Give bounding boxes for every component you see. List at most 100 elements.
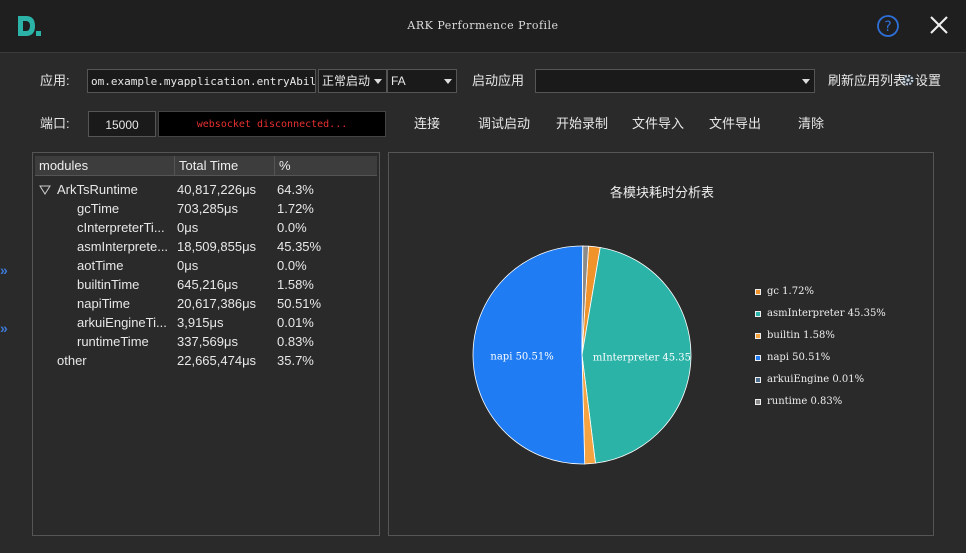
chevron-down-icon [444, 79, 452, 84]
module-name-cell: runtimeTime [77, 334, 149, 349]
legend-swatch [755, 310, 761, 317]
pie-chart: mInterpreter 45.35 napi 50.51% [472, 245, 692, 465]
legend-label: builtin 1.58% [767, 330, 835, 341]
table-row[interactable]: asmInterprete... 18,509,855μs 45.35% [35, 237, 377, 256]
start-record-button[interactable]: 开始录制 [556, 111, 608, 137]
table-row[interactable]: napiTime 20,617,386μs 50.51% [35, 294, 377, 313]
table-row[interactable]: runtimeTime 337,569μs 0.83% [35, 332, 377, 351]
legend-swatch [755, 376, 761, 383]
import-file-button[interactable]: 文件导入 [632, 111, 684, 137]
module-name-cell: other [57, 353, 87, 368]
legend-item-asm[interactable]: asmInterpreter 45.35% [755, 307, 886, 321]
port-label: 端口: [40, 116, 70, 131]
chevron-down-icon [374, 79, 382, 84]
legend-swatch [755, 398, 761, 405]
legend-label: gc 1.72% [767, 286, 814, 297]
export-file-button[interactable]: 文件导出 [709, 111, 761, 137]
ability-type-select[interactable]: FA [387, 69, 457, 93]
total-time-cell: 22,665,474μs [177, 353, 257, 368]
legend-item-napi[interactable]: napi 50.51% [755, 351, 830, 365]
title-bar: ARK Performence Profile ? [0, 0, 966, 53]
module-name-cell: gcTime [77, 201, 120, 216]
expand-triangle-icon[interactable] [39, 185, 51, 195]
table-row[interactable]: ArkTsRuntime 40,817,226μs 64.3% [35, 180, 377, 199]
percent-cell: 45.35% [277, 239, 322, 254]
settings-button[interactable]: 设置 [901, 68, 941, 94]
percent-cell: 1.58% [277, 277, 314, 292]
refresh-app-list-button[interactable]: 刷新应用列表 [828, 68, 906, 94]
svg-text:?: ? [884, 19, 891, 35]
pie-label-napi: napi 50.51% [490, 352, 553, 363]
module-name-cell: aotTime [77, 258, 124, 273]
percent-cell: 0.0% [277, 258, 307, 273]
total-time-cell: 0μs [177, 258, 199, 273]
module-name-cell: napiTime [77, 296, 130, 311]
launch-app-button[interactable]: 启动应用 [472, 68, 524, 94]
module-name-cell: ArkTsRuntime [57, 182, 138, 197]
side-expand-icon[interactable]: » [0, 320, 8, 336]
total-time-cell: 337,569μs [177, 334, 238, 349]
percent-cell: 0.0% [277, 220, 307, 235]
table-row[interactable]: aotTime 0μs 0.0% [35, 256, 377, 275]
legend-label: arkuiEngine 0.01% [767, 374, 865, 385]
table-row[interactable]: cInterpreterTi... 0μs 0.0% [35, 218, 377, 237]
column-header-percent[interactable]: % [275, 156, 377, 175]
module-name-cell: builtinTime [77, 277, 140, 292]
percent-cell: 35.7% [277, 353, 314, 368]
percent-cell: 0.83% [277, 334, 314, 349]
pie-label-asm: mInterpreter 45.35 [593, 352, 691, 363]
module-name-cell: arkuiEngineTi... [77, 315, 167, 330]
legend-label: asmInterpreter 45.35% [767, 308, 886, 319]
legend-swatch [755, 288, 761, 295]
launch-mode-select[interactable]: 正常启动 [318, 69, 387, 93]
connect-button[interactable]: 连接 [414, 111, 440, 137]
legend-swatch [755, 354, 761, 361]
gear-icon [902, 74, 914, 86]
legend-label: runtime 0.83% [767, 396, 843, 407]
percent-cell: 64.3% [277, 182, 314, 197]
debug-launch-button[interactable]: 调试启动 [478, 111, 530, 137]
table-row[interactable]: arkuiEngineTi... 3,915μs 0.01% [35, 313, 377, 332]
table-row[interactable]: gcTime 703,285μs 1.72% [35, 199, 377, 218]
table-header: modules Total Time % [35, 156, 377, 176]
total-time-cell: 0μs [177, 220, 199, 235]
chevron-down-icon [802, 79, 810, 84]
app-list-select[interactable] [535, 69, 815, 93]
total-time-cell: 40,817,226μs [177, 182, 257, 197]
app-label: 应用: [40, 73, 70, 88]
legend-item-arkui[interactable]: arkuiEngine 0.01% [755, 373, 864, 387]
clear-button[interactable]: 清除 [798, 111, 824, 137]
window-title: ARK Performence Profile [407, 19, 559, 32]
modules-tree-table[interactable]: modules Total Time % ArkTsRuntime 40,817,… [32, 152, 380, 536]
total-time-cell: 3,915μs [177, 315, 224, 330]
table-row[interactable]: builtinTime 645,216μs 1.58% [35, 275, 377, 294]
legend-swatch [755, 332, 761, 339]
websocket-status: websocket disconnected... [158, 111, 386, 137]
side-expand-icon[interactable]: » [0, 262, 8, 278]
legend-item-builtin[interactable]: builtin 1.58% [755, 329, 835, 343]
percent-cell: 1.72% [277, 201, 314, 216]
legend-label: napi 50.51% [767, 352, 831, 363]
legend-item-gc[interactable]: gc 1.72% [755, 285, 814, 299]
launch-mode-value: 正常启动 [322, 74, 371, 88]
column-header-total-time[interactable]: Total Time [175, 156, 275, 175]
total-time-cell: 20,617,386μs [177, 296, 257, 311]
total-time-cell: 645,216μs [177, 277, 238, 292]
chart-panel: 各模块耗时分析表 mInterpreter 45.35 napi 50.51% g… [388, 152, 934, 536]
module-name-cell: cInterpreterTi... [77, 220, 165, 235]
toolbar-row-app: 应用: om.example.myapplication.entryAbilit… [0, 68, 966, 94]
column-header-modules[interactable]: modules [35, 156, 175, 175]
help-icon[interactable]: ? [876, 14, 900, 38]
app-ability-input[interactable]: om.example.myapplication.entryAbility [87, 69, 316, 93]
total-time-cell: 18,509,855μs [177, 239, 257, 254]
percent-cell: 50.51% [277, 296, 322, 311]
ability-type-value: FA [391, 74, 406, 88]
total-time-cell: 703,285μs [177, 201, 238, 216]
table-row[interactable]: other 22,665,474μs 35.7% [35, 351, 377, 370]
settings-label: 设置 [915, 73, 942, 88]
legend-item-runtime[interactable]: runtime 0.83% [755, 395, 842, 409]
module-name-cell: asmInterprete... [77, 239, 169, 254]
percent-cell: 0.01% [277, 315, 314, 330]
port-input[interactable]: 15000 [88, 111, 156, 137]
close-icon[interactable] [928, 14, 950, 36]
